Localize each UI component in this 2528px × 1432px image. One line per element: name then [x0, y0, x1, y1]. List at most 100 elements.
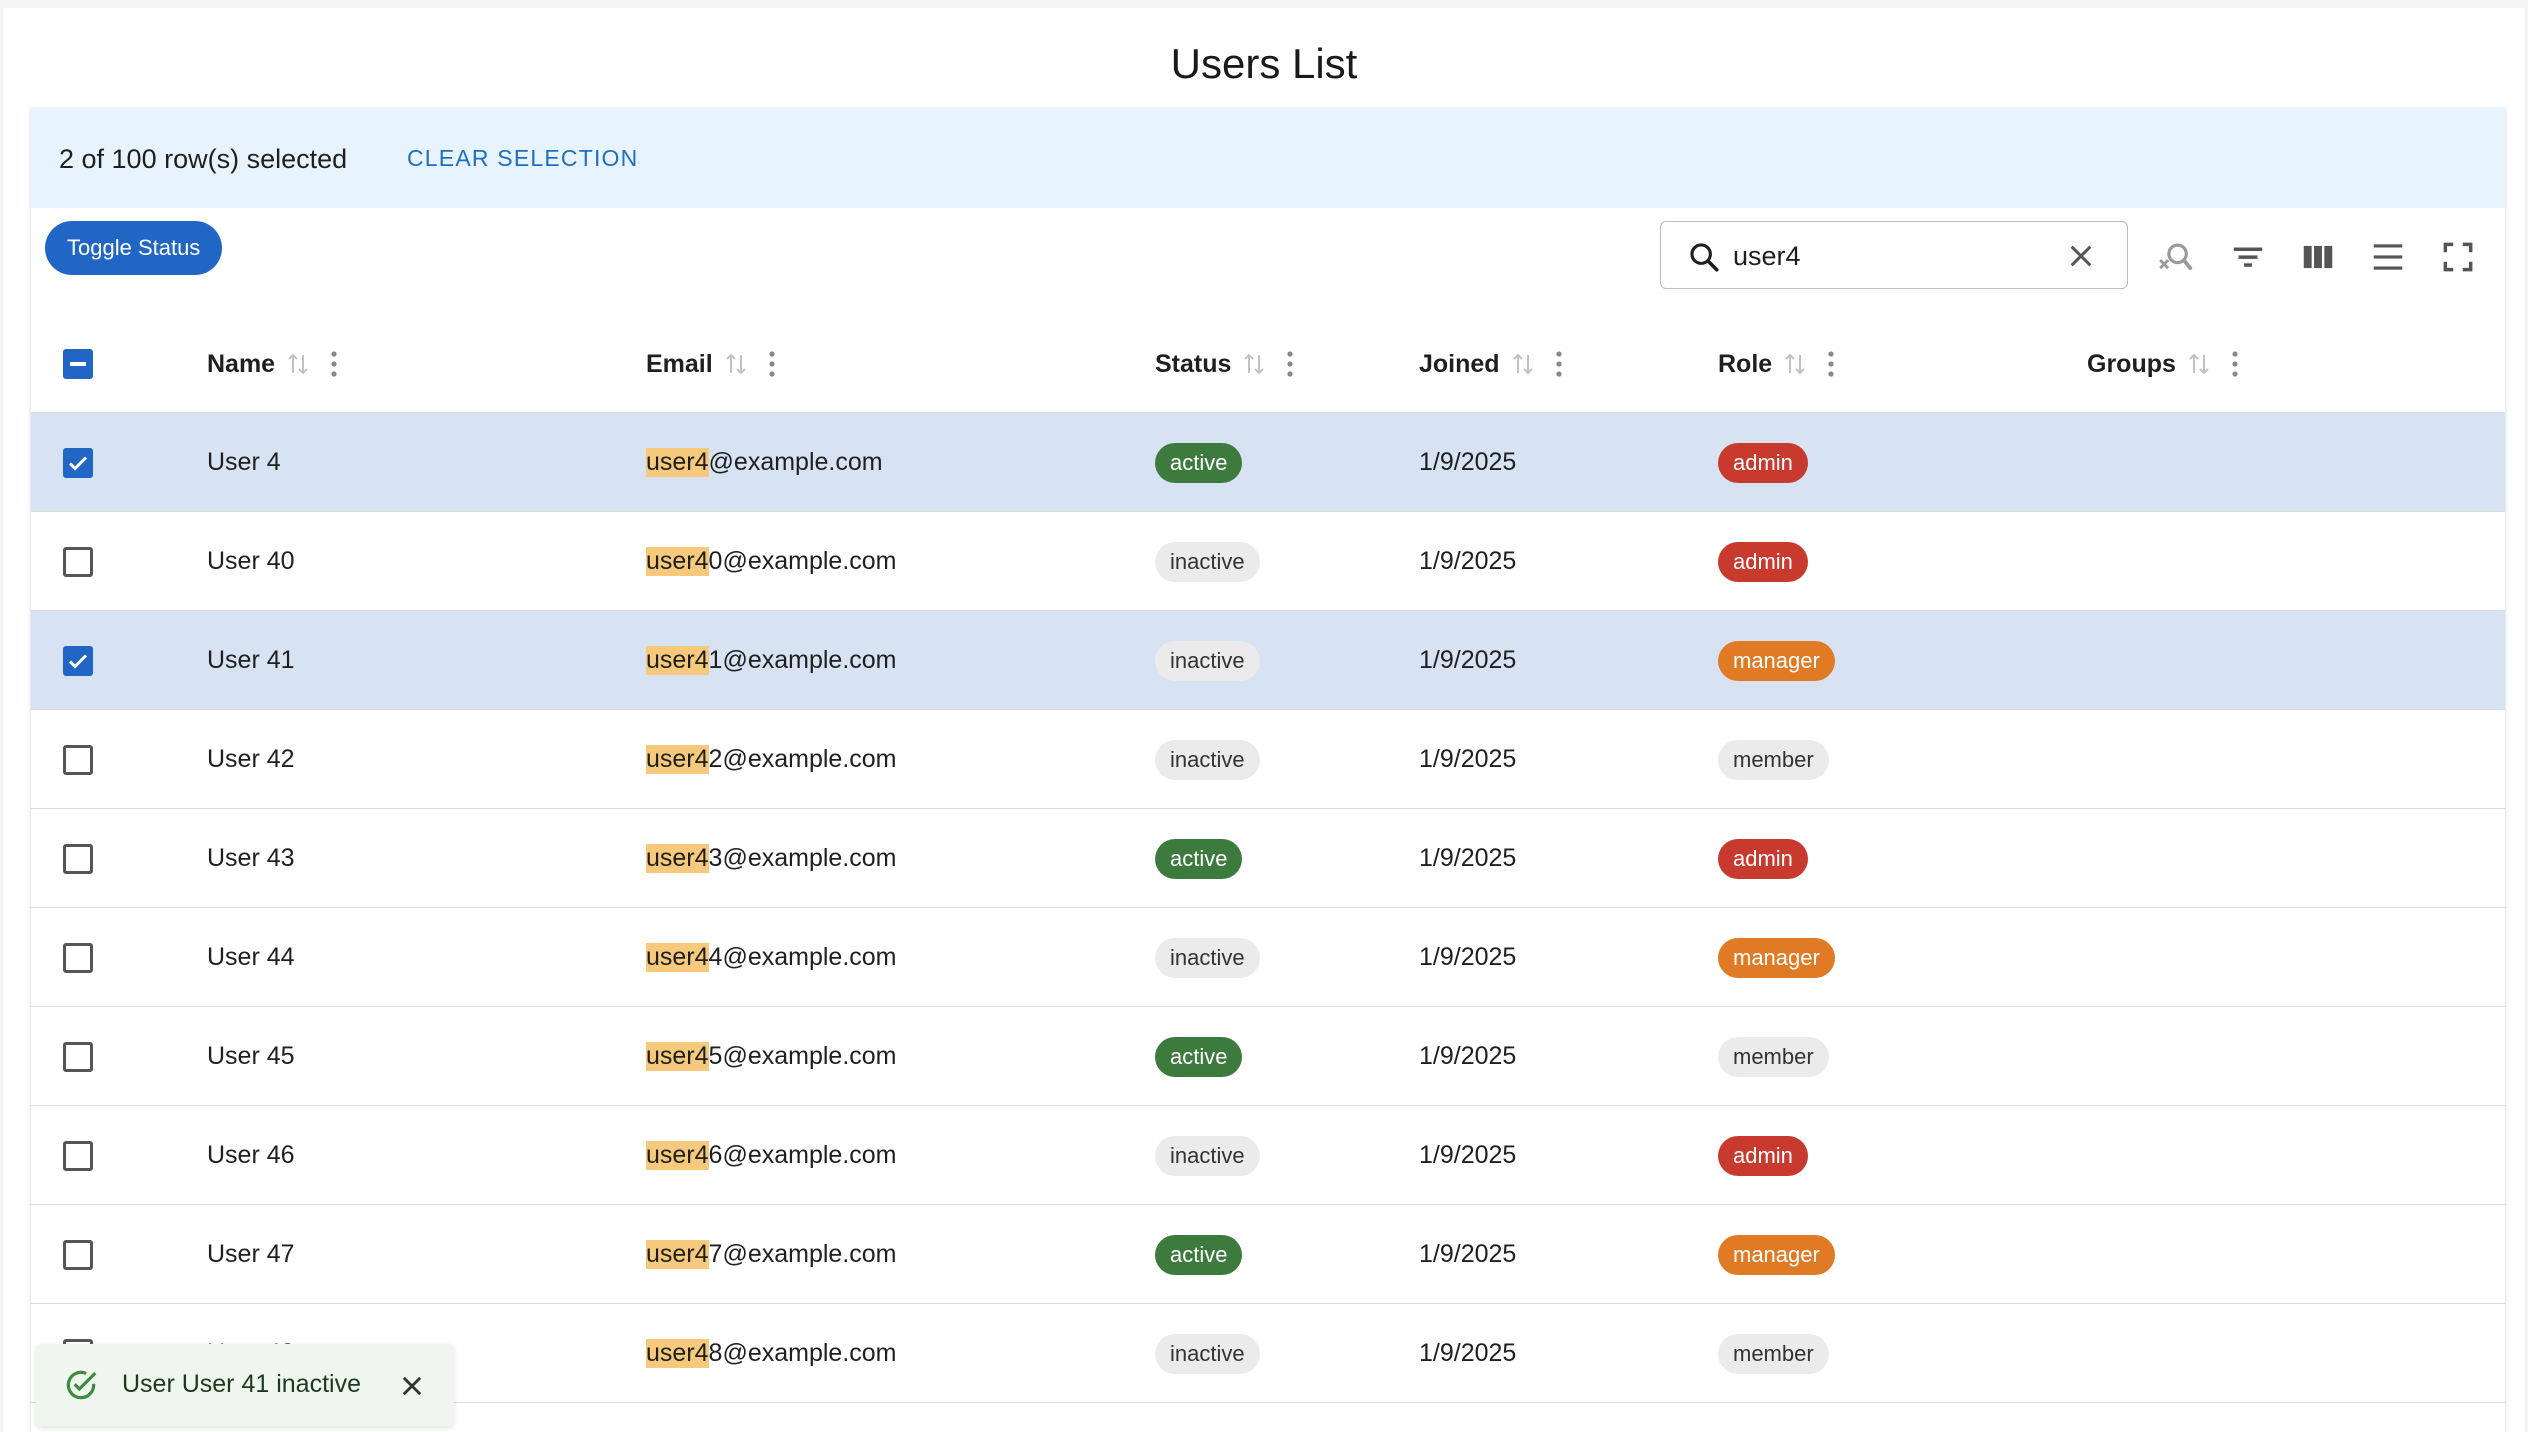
row-checkbox[interactable] — [63, 744, 93, 775]
row-checkbox[interactable] — [63, 546, 93, 577]
row-checkbox[interactable] — [63, 1140, 93, 1171]
role-chip: admin — [1718, 541, 1808, 582]
search-highlight: user4 — [646, 1240, 709, 1269]
column-header-role[interactable]: Role — [1718, 316, 1836, 412]
clear-search-icon[interactable] — [2065, 240, 2097, 272]
sort-icon[interactable] — [287, 351, 309, 377]
column-header-name[interactable]: Name — [207, 316, 339, 412]
row-select-cell — [63, 809, 93, 908]
row-checkbox[interactable] — [63, 942, 93, 973]
row-select-cell — [63, 1205, 93, 1304]
table-row[interactable]: User 44 user4 4@example.com inactive 1/9/202… — [31, 907, 2505, 1006]
email-rest: @example.com — [708, 448, 883, 476]
role-cell: member — [1718, 1304, 1829, 1403]
sort-icon[interactable] — [725, 351, 747, 377]
joined-cell: 1/9/2025 — [1419, 943, 1517, 971]
status-cell: inactive — [1155, 710, 1260, 809]
search-highlight: user4 — [646, 844, 709, 873]
role-cell: admin — [1718, 512, 1808, 611]
search-input[interactable] — [1731, 232, 2055, 280]
fullscreen-icon[interactable] — [2439, 238, 2477, 276]
table-row[interactable]: User 46 user4 6@example.com inactive 1/9/202… — [31, 1105, 2505, 1204]
table-row[interactable]: User 4 user4 @example.com active 1/9/2025 adm… — [31, 412, 2505, 511]
status-cell: inactive — [1155, 611, 1260, 710]
table-row[interactable]: User 47 user4 7@example.com active 1/9/2025 m… — [31, 1204, 2505, 1303]
row-select-cell — [63, 512, 93, 611]
select-all-checkbox[interactable] — [63, 349, 93, 379]
row-checkbox[interactable] — [63, 1041, 93, 1072]
joined-cell: 1/9/2025 — [1419, 448, 1517, 476]
toast-notification: User User 41 inactive — [36, 1344, 454, 1426]
column-menu-icon[interactable] — [767, 349, 777, 379]
email-rest: 0@example.com — [708, 547, 897, 575]
email-cell: user4 5@example.com — [646, 1007, 897, 1106]
row-checkbox[interactable] — [63, 447, 93, 478]
email-cell: user4 0@example.com — [646, 512, 897, 611]
email-cell: user4 6@example.com — [646, 1106, 897, 1205]
column-header-joined[interactable]: Joined — [1419, 316, 1564, 412]
email-cell: user4 @example.com — [646, 413, 883, 512]
column-header-groups[interactable]: Groups — [2087, 316, 2240, 412]
users-table-card: 2 of 100 row(s) selected CLEAR SELECTION… — [31, 108, 2505, 1432]
email-cell: user4 7@example.com — [646, 1205, 897, 1304]
status-cell: inactive — [1155, 1304, 1260, 1403]
toggle-status-button[interactable]: Toggle Status — [45, 221, 223, 275]
close-icon[interactable] — [398, 1372, 426, 1400]
status-cell: active — [1155, 1403, 1242, 1432]
table-row[interactable]: User 40 user4 0@example.com inactive 1/9/202… — [31, 511, 2505, 610]
row-select-cell — [63, 908, 93, 1007]
status-chip: inactive — [1155, 640, 1260, 681]
density-icon[interactable] — [2369, 238, 2407, 276]
email-cell: user49@example.com — [646, 1403, 897, 1432]
status-cell: inactive — [1155, 908, 1260, 1007]
search-off-icon[interactable] — [2157, 238, 2195, 276]
email-rest: 3@example.com — [708, 844, 897, 872]
role-cell: admin — [1718, 1106, 1808, 1205]
sort-icon[interactable] — [1784, 351, 1806, 377]
name-cell: User 44 — [207, 943, 295, 971]
joined-cell: 1/9/2025 — [1419, 1240, 1517, 1268]
column-header-email[interactable]: Email — [646, 316, 777, 412]
filter-list-icon[interactable] — [2229, 238, 2267, 276]
table-row[interactable]: User 41 user4 1@example.com inactive 1/9/202… — [31, 610, 2505, 709]
role-chip: admin — [1718, 838, 1808, 879]
column-menu-icon[interactable] — [2230, 349, 2240, 379]
column-menu-icon[interactable] — [1285, 349, 1295, 379]
table-row[interactable]: User 43 user4 3@example.com active 1/9/2025 a… — [31, 808, 2505, 907]
role-chip: admin — [1718, 1135, 1808, 1176]
role-chip: manager — [1718, 640, 1835, 681]
row-checkbox[interactable] — [63, 843, 93, 874]
sort-icon[interactable] — [2188, 351, 2210, 377]
table-row[interactable]: User 45 user4 5@example.com active 1/9/2025 m… — [31, 1006, 2505, 1105]
column-menu-icon[interactable] — [1826, 349, 1836, 379]
role-cell: admin — [1718, 413, 1808, 512]
joined-cell: 1/9/2025 — [1419, 1403, 1516, 1432]
row-checkbox[interactable] — [63, 645, 93, 676]
row-select-cell — [63, 710, 93, 809]
search-field[interactable] — [1660, 221, 2128, 289]
table-row[interactable]: User 42 user4 2@example.com inactive 1/9/202… — [31, 709, 2505, 808]
email-cell: user4 4@example.com — [646, 908, 897, 1007]
check-circle-icon — [66, 1370, 97, 1400]
email-cell: user4 2@example.com — [646, 710, 897, 809]
column-menu-icon[interactable] — [1554, 349, 1564, 379]
email-rest: 6@example.com — [708, 1141, 897, 1169]
column-menu-icon[interactable] — [329, 349, 339, 379]
column-header-status[interactable]: Status — [1155, 316, 1295, 412]
row-checkbox[interactable] — [63, 1239, 93, 1270]
name-cell: User 4 — [207, 448, 281, 476]
sort-icon[interactable] — [1512, 351, 1534, 377]
joined-cell: 1/9/2025 — [1419, 844, 1517, 872]
email-rest: 1@example.com — [708, 646, 897, 674]
sort-icon[interactable] — [1243, 351, 1265, 377]
view-columns-icon[interactable] — [2299, 238, 2337, 276]
clear-selection-button[interactable]: CLEAR SELECTION — [395, 138, 650, 178]
role-chip: member — [1718, 739, 1829, 780]
status-chip: active — [1155, 838, 1243, 879]
status-chip: inactive — [1155, 1135, 1260, 1176]
email-rest: 8@example.com — [708, 1339, 897, 1367]
page-title: Users List — [1170, 40, 1358, 87]
search-highlight: user4 — [646, 1339, 709, 1368]
email-cell: user4 1@example.com — [646, 611, 897, 710]
search-highlight: user4 — [646, 745, 709, 774]
